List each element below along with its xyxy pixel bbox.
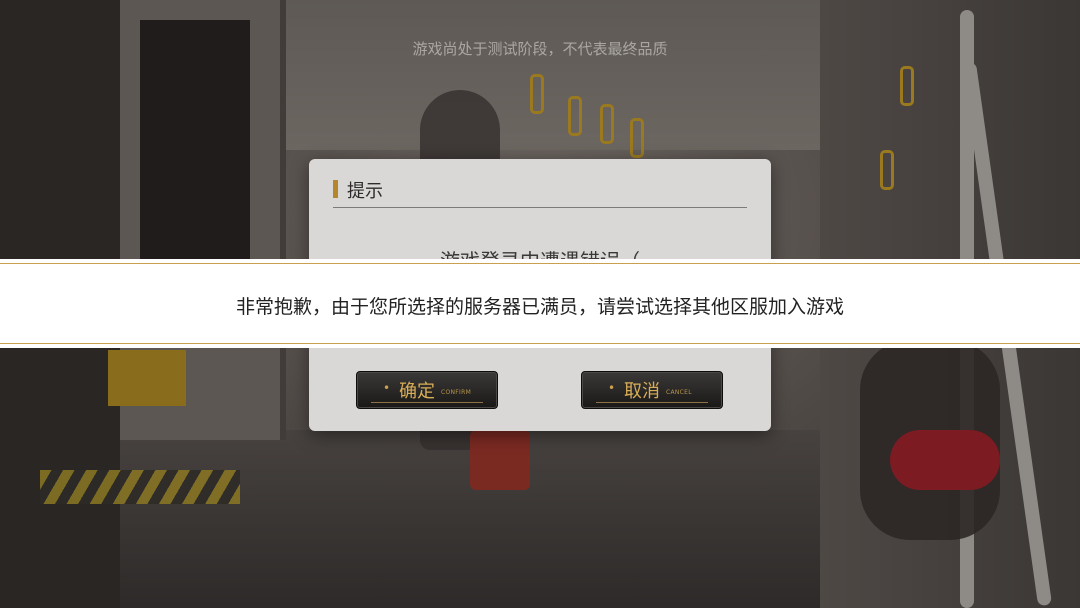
cancel-label: 取消	[624, 381, 660, 402]
server-full-toast: 非常抱歉，由于您所选择的服务器已满员，请尝试选择其他区服加入游戏	[0, 259, 1080, 348]
passenger-skirt	[890, 430, 1000, 490]
bullet-icon: •	[383, 381, 391, 395]
button-underline	[596, 402, 708, 403]
hand-strap	[530, 74, 544, 114]
confirm-button[interactable]: • 确定 CONFIRM	[356, 371, 498, 409]
confirm-label: 确定	[399, 381, 435, 402]
hand-strap	[880, 150, 894, 190]
test-build-watermark: 游戏尚处于测试阶段，不代表最终品质	[412, 40, 668, 58]
hand-strap	[600, 104, 614, 144]
toast-message: 非常抱歉，由于您所选择的服务器已满员，请尝试选择其他区服加入游戏	[235, 296, 844, 318]
button-underline	[371, 402, 483, 403]
hazard-stripes	[40, 470, 240, 504]
confirm-sublabel: CONFIRM	[441, 389, 472, 396]
suitcase	[470, 430, 530, 490]
cancel-sublabel: CANCEL	[666, 389, 692, 396]
yellow-sign	[108, 350, 186, 406]
cancel-button[interactable]: • 取消 CANCEL	[581, 371, 723, 409]
bullet-icon: •	[608, 381, 616, 395]
dialog-title: 提示	[347, 181, 383, 202]
hand-strap	[630, 118, 644, 158]
title-accent-bar	[333, 180, 338, 198]
hand-strap	[900, 66, 914, 106]
hand-strap	[568, 96, 582, 136]
dialog-header: 提示	[333, 179, 747, 208]
